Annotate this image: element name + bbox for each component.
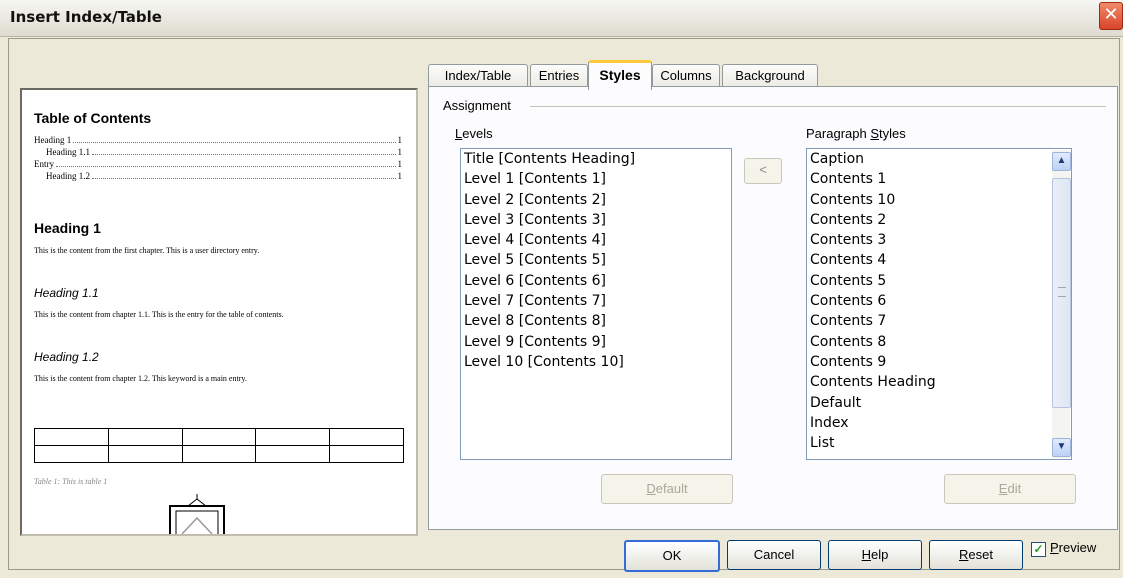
- style-list-item[interactable]: Contents 9: [807, 352, 1071, 372]
- preview-heading-1: Heading 1: [34, 220, 101, 236]
- preview-toc-entry: Heading 1.1 1: [46, 147, 402, 157]
- preview-table-caption: Table 1: This is table 1: [34, 477, 108, 486]
- style-list-item[interactable]: Contents Heading: [807, 372, 1071, 392]
- preview-table: [34, 428, 404, 463]
- levels-list-item[interactable]: Level 4 [Contents 4]: [461, 230, 731, 250]
- reset-button[interactable]: Reset: [929, 540, 1023, 570]
- default-button[interactable]: Default: [601, 474, 733, 504]
- levels-label: Levels: [455, 126, 493, 141]
- tab-entries[interactable]: Entries: [530, 64, 588, 87]
- check-icon: ✓: [1033, 542, 1044, 556]
- tab-styles[interactable]: Styles: [588, 60, 652, 90]
- cancel-button[interactable]: Cancel: [727, 540, 821, 570]
- preview-toc-title: Table of Contents: [34, 110, 152, 126]
- levels-list-item[interactable]: Level 5 [Contents 5]: [461, 250, 731, 270]
- style-list-item[interactable]: Contents 5: [807, 271, 1071, 291]
- ok-button[interactable]: OK: [624, 540, 720, 572]
- paragraph-styles-list[interactable]: Caption Contents 1 Contents 10 Contents …: [806, 148, 1072, 460]
- styles-scrollbar[interactable]: ▲ ▼: [1052, 150, 1071, 458]
- style-list-item[interactable]: Caption: [807, 149, 1071, 169]
- levels-list-item[interactable]: Level 7 [Contents 7]: [461, 291, 731, 311]
- preview-checkbox-label[interactable]: Preview: [1050, 540, 1096, 555]
- style-list-item[interactable]: List: [807, 433, 1071, 453]
- close-button[interactable]: ✕: [1099, 2, 1123, 30]
- style-list-item[interactable]: Contents 6: [807, 291, 1071, 311]
- levels-list-item[interactable]: Level 6 [Contents 6]: [461, 271, 731, 291]
- style-list-item[interactable]: Contents 1: [807, 169, 1071, 189]
- style-list-item[interactable]: Contents 3: [807, 230, 1071, 250]
- preview-body-text: This is the content from chapter 1.2. Th…: [34, 374, 247, 383]
- style-list-item[interactable]: Contents 10: [807, 190, 1071, 210]
- preview-body-text: This is the content from the first chapt…: [34, 246, 260, 255]
- close-icon: ✕: [1103, 4, 1119, 25]
- tab-background[interactable]: Background: [722, 64, 818, 87]
- preview-picture-icon: [169, 494, 225, 534]
- levels-list-item[interactable]: Level 2 [Contents 2]: [461, 190, 731, 210]
- dialog-title: Insert Index/Table: [10, 8, 162, 26]
- tab-index-table[interactable]: Index/Table: [428, 64, 528, 87]
- assignment-divider: [530, 106, 1106, 107]
- levels-list[interactable]: Title [Contents Heading] Level 1 [Conten…: [460, 148, 732, 460]
- style-list-item[interactable]: Index: [807, 413, 1071, 433]
- preview-toc-entry: Heading 1.2 1: [46, 171, 402, 181]
- levels-list-item[interactable]: Title [Contents Heading]: [461, 149, 731, 169]
- preview-toc-entry: Entry 1: [34, 159, 402, 169]
- preview-heading-1-2: Heading 1.2: [34, 350, 99, 364]
- levels-list-item[interactable]: Level 9 [Contents 9]: [461, 332, 731, 352]
- scroll-up-icon[interactable]: ▲: [1052, 152, 1071, 171]
- style-list-item[interactable]: Default: [807, 393, 1071, 413]
- edit-button[interactable]: Edit: [944, 474, 1076, 504]
- preview-body-text: This is the content from chapter 1.1. Th…: [34, 310, 284, 319]
- style-list-item[interactable]: Contents 4: [807, 250, 1071, 270]
- levels-list-item[interactable]: Level 8 [Contents 8]: [461, 311, 731, 331]
- style-list-item[interactable]: Contents 8: [807, 332, 1071, 352]
- scroll-thumb[interactable]: [1052, 178, 1071, 408]
- tab-columns[interactable]: Columns: [652, 64, 720, 87]
- assignment-group-label: Assignment: [443, 98, 511, 113]
- levels-list-item[interactable]: Level 10 [Contents 10]: [461, 352, 731, 372]
- help-button[interactable]: Help: [828, 540, 922, 570]
- preview-toc-entry: Heading 11: [34, 135, 402, 145]
- scroll-down-icon[interactable]: ▼: [1052, 438, 1071, 457]
- preview-heading-1-1: Heading 1.1: [34, 286, 99, 300]
- preview-pane: Table of Contents Heading 11 Heading 1.1…: [20, 88, 418, 536]
- levels-list-item[interactable]: Level 3 [Contents 3]: [461, 210, 731, 230]
- title-bar: Insert Index/Table ✕: [0, 0, 1123, 37]
- style-list-item[interactable]: Contents 7: [807, 311, 1071, 331]
- assign-style-button[interactable]: <: [744, 158, 782, 184]
- insert-index-dialog: Insert Index/Table ✕ Table of Contents H…: [0, 0, 1123, 578]
- levels-list-item[interactable]: Level 1 [Contents 1]: [461, 169, 731, 189]
- paragraph-styles-label: Paragraph Styles: [806, 126, 906, 141]
- style-list-item[interactable]: Contents 2: [807, 210, 1071, 230]
- preview-checkbox[interactable]: ✓: [1031, 542, 1046, 557]
